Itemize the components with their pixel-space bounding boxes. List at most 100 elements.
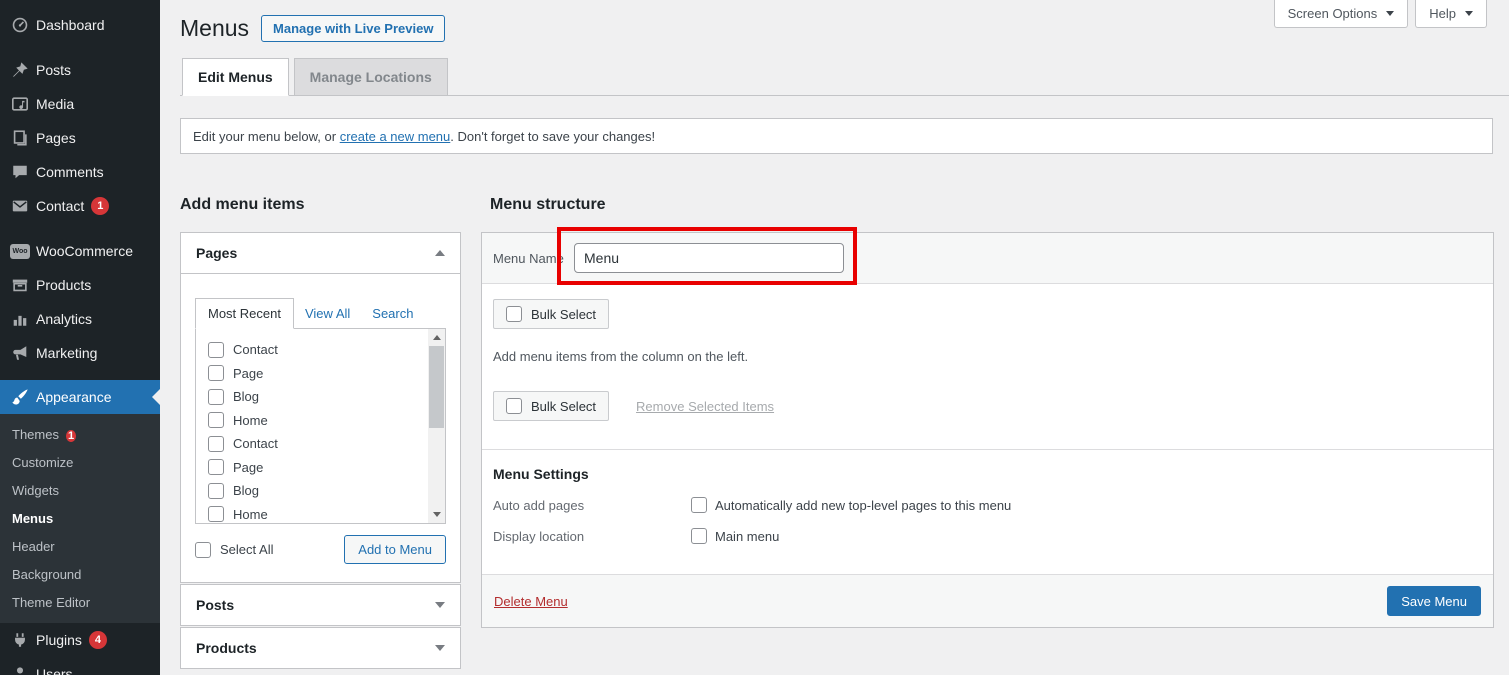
- tab-edit-menus[interactable]: Edit Menus: [182, 58, 289, 96]
- sidebar-item-label: Posts: [36, 62, 71, 78]
- update-count-badge: 4: [89, 631, 107, 649]
- scroll-up-icon[interactable]: [433, 335, 441, 340]
- sidebar-item-comments[interactable]: Comments: [0, 155, 160, 189]
- products-accordion-header[interactable]: Products: [181, 628, 460, 668]
- add-to-menu-button[interactable]: Add to Menu: [344, 535, 446, 564]
- bulk-select-button[interactable]: Bulk Select: [493, 299, 609, 329]
- sidebar-item-pages[interactable]: Pages: [0, 121, 160, 155]
- pages-accordion-header[interactable]: Pages: [181, 233, 460, 274]
- checkbox[interactable]: [208, 483, 224, 499]
- select-all-checkbox[interactable]: [195, 542, 211, 558]
- submenu-item-background[interactable]: Background: [0, 561, 160, 589]
- main-menu-checkbox[interactable]: [691, 528, 707, 544]
- select-all-control[interactable]: Select All: [195, 542, 273, 558]
- page-checkbox-item[interactable]: Contact: [208, 338, 419, 362]
- nav-tabs: Edit Menus Manage Locations: [180, 58, 1509, 96]
- archive-box-icon: [10, 275, 30, 295]
- page-header: Menus Manage with Live Preview: [180, 15, 445, 42]
- media-icon: [10, 94, 30, 114]
- create-new-menu-link[interactable]: create a new menu: [340, 129, 451, 144]
- manage-live-preview-button[interactable]: Manage with Live Preview: [261, 15, 445, 42]
- sidebar-item-label: Media: [36, 96, 74, 112]
- dashboard-icon: [10, 15, 30, 35]
- sidebar-item-analytics[interactable]: Analytics: [0, 302, 160, 336]
- menu-name-row: Menu Name: [482, 233, 1493, 284]
- notice-text: Edit your menu below, or create a new me…: [193, 129, 655, 144]
- submenu-item-theme-editor[interactable]: Theme Editor: [0, 589, 160, 617]
- scrollbar[interactable]: [428, 329, 445, 523]
- display-location-control[interactable]: Main menu: [691, 528, 779, 544]
- current-menu-arrow-icon: [152, 389, 160, 405]
- sidebar-item-plugins[interactable]: Plugins 4: [0, 623, 160, 657]
- sidebar-item-label: Products: [36, 277, 91, 293]
- checkbox[interactable]: [208, 365, 224, 381]
- menu-name-input[interactable]: [574, 243, 844, 273]
- remove-selected-items-link[interactable]: Remove Selected Items: [636, 399, 774, 414]
- sidebar-item-label: Analytics: [36, 311, 92, 327]
- sidebar-item-label: Plugins: [36, 632, 82, 648]
- checkbox[interactable]: [208, 412, 224, 428]
- panel-title: Posts: [196, 597, 234, 613]
- bar-chart-icon: [10, 309, 30, 329]
- pages-checklist: Contact Page Blog Home Contact Page Blog…: [195, 328, 446, 524]
- page-checkbox-item[interactable]: Page: [208, 362, 419, 386]
- add-menu-items-heading: Add menu items: [180, 196, 304, 214]
- bulk-select-button[interactable]: Bulk Select: [493, 391, 609, 421]
- delete-menu-link[interactable]: Delete Menu: [494, 594, 568, 609]
- bulk-select-checkbox[interactable]: [506, 306, 522, 322]
- screen-options-button[interactable]: Screen Options: [1274, 0, 1409, 28]
- checkbox[interactable]: [208, 436, 224, 452]
- checkbox[interactable]: [208, 459, 224, 475]
- submenu-item-header[interactable]: Header: [0, 533, 160, 561]
- sidebar-item-marketing[interactable]: Marketing: [0, 336, 160, 370]
- auto-add-pages-checkbox[interactable]: [691, 497, 707, 513]
- tab-manage-locations[interactable]: Manage Locations: [294, 58, 448, 96]
- sidebar-item-products[interactable]: Products: [0, 268, 160, 302]
- page-checkbox-item[interactable]: Page: [208, 456, 419, 480]
- tab-view-all[interactable]: View All: [294, 299, 361, 328]
- page-checkbox-item[interactable]: Home: [208, 409, 419, 433]
- auto-add-pages-control[interactable]: Automatically add new top-level pages to…: [691, 497, 1011, 513]
- sidebar-item-media[interactable]: Media: [0, 87, 160, 121]
- page-title: Menus: [180, 15, 249, 42]
- page-checkbox-item[interactable]: Blog: [208, 385, 419, 409]
- sidebar-item-woocommerce[interactable]: Woo WooCommerce: [0, 234, 160, 268]
- page-checkbox-item[interactable]: Home: [208, 503, 419, 525]
- tab-search[interactable]: Search: [361, 299, 424, 328]
- sidebar-item-users[interactable]: Users: [0, 657, 160, 675]
- sidebar-item-posts[interactable]: Posts: [0, 53, 160, 87]
- submenu-item-widgets[interactable]: Widgets: [0, 477, 160, 505]
- screen-meta-links: Screen Options Help: [1274, 0, 1487, 28]
- chevron-down-icon: [1386, 11, 1394, 16]
- page-checkbox-item[interactable]: Contact: [208, 432, 419, 456]
- submenu-item-menus[interactable]: Menus: [0, 505, 160, 533]
- sidebar-item-label: Users: [36, 666, 73, 675]
- paintbrush-icon: [10, 387, 30, 407]
- save-menu-button[interactable]: Save Menu: [1387, 586, 1481, 616]
- bulk-select-checkbox[interactable]: [506, 398, 522, 414]
- sidebar-item-dashboard[interactable]: Dashboard: [0, 8, 160, 42]
- auto-add-pages-row: Auto add pages Automatically add new top…: [493, 497, 1482, 513]
- menu-separator: [0, 223, 160, 234]
- sidebar-item-label: Comments: [36, 164, 104, 180]
- pages-accordion-panel: Pages Most Recent View All Search Contac…: [180, 232, 461, 583]
- checkbox[interactable]: [208, 506, 224, 522]
- expand-down-icon: [435, 602, 445, 608]
- checkbox[interactable]: [208, 342, 224, 358]
- scrollbar-thumb[interactable]: [429, 346, 444, 428]
- tab-most-recent[interactable]: Most Recent: [195, 298, 294, 329]
- page-checkbox-item[interactable]: Blog: [208, 479, 419, 503]
- scroll-down-icon[interactable]: [433, 512, 441, 517]
- posts-accordion-panel: Posts: [180, 584, 461, 626]
- sidebar-item-contact[interactable]: Contact 1: [0, 189, 160, 223]
- bulk-select-row-top: Bulk Select: [493, 299, 1482, 329]
- submenu-item-themes[interactable]: Themes1: [0, 421, 160, 449]
- posts-accordion-header[interactable]: Posts: [181, 585, 460, 625]
- help-button[interactable]: Help: [1415, 0, 1487, 28]
- submenu-item-customize[interactable]: Customize: [0, 449, 160, 477]
- bulk-select-row-bottom: Bulk Select Remove Selected Items: [493, 391, 1482, 421]
- sidebar-item-appearance[interactable]: Appearance: [0, 380, 160, 414]
- sidebar-item-label: WooCommerce: [36, 243, 133, 259]
- checkbox[interactable]: [208, 389, 224, 405]
- menu-separator: [0, 42, 160, 53]
